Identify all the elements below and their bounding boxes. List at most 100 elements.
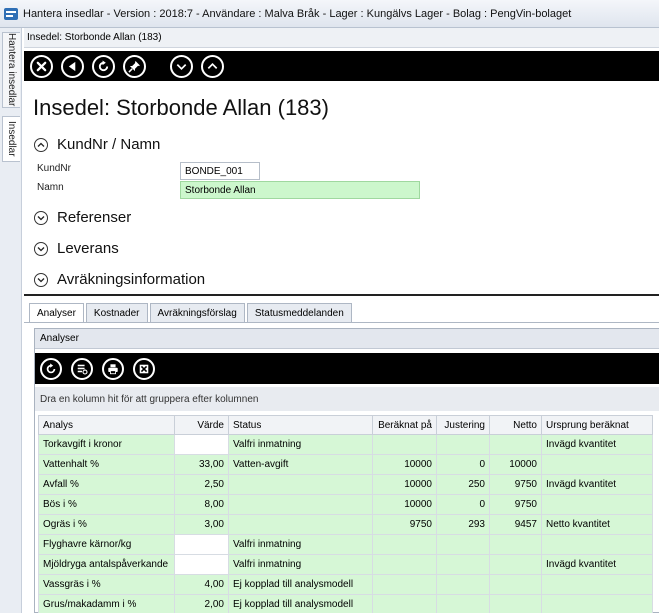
cell-varde[interactable]: 2,00: [174, 594, 229, 613]
rail-tab-insedlar[interactable]: Insedlar: [2, 116, 20, 162]
section-title: Avräkningsinformation: [57, 271, 206, 288]
namn-field[interactable]: Storbonde Allan: [180, 181, 420, 199]
cell-varde[interactable]: 2,50: [174, 474, 229, 495]
document-tab-header: Insedel: Storbonde Allan (183): [24, 28, 659, 48]
cell-status: [228, 494, 373, 515]
tab-kostnader[interactable]: Kostnader: [85, 303, 148, 322]
cell-netto: 10000: [489, 454, 542, 475]
cell-netto: 9457: [489, 514, 542, 535]
table-row[interactable]: Grus/makadamm i % 2,00 Ej kopplad till ana…: [38, 594, 653, 613]
cell-status: Valfri inmatning: [228, 554, 373, 575]
app-icon: [4, 7, 18, 20]
section-kund[interactable]: KundNr / Namn: [34, 136, 160, 153]
cell-ursprung: Invägd kvantitet: [541, 434, 653, 455]
rail-tab-label: Insedlar: [6, 121, 17, 157]
refresh-button[interactable]: [92, 54, 115, 78]
column-header-varde[interactable]: Värde: [174, 415, 229, 435]
table-row[interactable]: Mjöldryga antalspåverkande Valfri inmatni…: [38, 554, 653, 575]
document-tab-title: Insedel: Storbonde Allan (183): [27, 32, 162, 43]
back-button[interactable]: [61, 54, 84, 78]
column-header-beraknat-pa[interactable]: Beräknat på: [372, 415, 437, 435]
column-settings-button[interactable]: [71, 357, 93, 380]
table-row[interactable]: Vattenhalt % 33,00 Vatten-avgift 10000 0 1000…: [38, 454, 653, 475]
refresh-icon: [98, 59, 109, 71]
kundnr-field[interactable]: BONDE_001: [180, 162, 260, 180]
tab-strip: Analyser Kostnader Avräkningsförslag Sta…: [29, 303, 354, 323]
cell-analys: Avfall %: [38, 474, 175, 495]
panel-header: Analyser: [35, 329, 659, 349]
tab-avrakningsforslag[interactable]: Avräkningsförslag: [149, 303, 245, 322]
section-referenser[interactable]: Referenser: [34, 209, 131, 226]
cell-netto: [489, 574, 542, 595]
table-row[interactable]: Flyghavre kärnor/kg Valfri inmatning: [38, 534, 653, 555]
cell-status: Ej kopplad till analysmodell: [228, 574, 373, 595]
next-button[interactable]: [170, 54, 193, 78]
cell-ursprung: [541, 594, 653, 613]
previous-button[interactable]: [201, 54, 224, 78]
section-title: Referenser: [57, 209, 132, 226]
close-button[interactable]: [30, 54, 53, 78]
cell-justering: 0: [436, 454, 490, 475]
column-header-netto[interactable]: Netto: [489, 415, 542, 435]
cell-ursprung: [541, 574, 653, 595]
cell-varde[interactable]: 33,00: [174, 454, 229, 475]
refresh-analyser-button[interactable]: [40, 357, 62, 380]
cell-netto: [489, 554, 542, 575]
back-icon: [68, 61, 76, 71]
group-by-area[interactable]: Dra en kolumn hit för att gruppera efter…: [35, 387, 659, 411]
chevron-down-icon: [34, 241, 48, 256]
column-header-ursprung[interactable]: Ursprung beräknat: [541, 415, 653, 435]
page-title: Insedel: Storbonde Allan (183): [33, 95, 329, 120]
cell-status: [228, 514, 373, 535]
cell-netto: 9750: [489, 494, 542, 515]
export-excel-button[interactable]: [133, 357, 155, 380]
cell-analys: Bös i %: [38, 494, 175, 515]
refresh-icon: [46, 362, 56, 373]
cell-analys: Flyghavre kärnor/kg: [38, 534, 175, 555]
cell-justering: [436, 554, 490, 575]
cell-varde[interactable]: 3,00: [174, 514, 229, 535]
cell-ursprung: Invägd kvantitet: [541, 554, 653, 575]
section-leverans[interactable]: Leverans: [34, 240, 119, 257]
rail-tab-label: Hantera insedlar: [6, 33, 17, 107]
cell-justering: 250: [436, 474, 490, 495]
export-excel-icon: [139, 364, 149, 373]
list-settings-icon: [77, 364, 88, 375]
column-header-status[interactable]: Status: [228, 415, 373, 435]
cell-justering: [436, 574, 490, 595]
rail-tab-hantera-insedlar[interactable]: Hantera insedlar: [2, 32, 20, 108]
table-row[interactable]: Avfall % 2,50 10000 250 9750 Invägd kvantitet: [38, 474, 653, 495]
cell-netto: 9750: [489, 474, 542, 495]
cell-varde[interactable]: [174, 434, 229, 455]
table-row[interactable]: Torkavgift i kronor Valfri inmatning Inväg…: [38, 434, 653, 455]
analyser-panel: Analyser Dra en kolumn hit för att grupp…: [34, 328, 659, 613]
cell-varde[interactable]: 8,00: [174, 494, 229, 515]
tab-analyser[interactable]: Analyser: [29, 303, 84, 323]
table-row[interactable]: Bös i % 8,00 10000 0 9750: [38, 494, 653, 515]
cell-status: Valfri inmatning: [228, 434, 373, 455]
chevron-down-icon: [34, 272, 48, 287]
pin-icon: [128, 60, 141, 73]
main-toolbar: [24, 51, 659, 81]
window-titlebar: Hantera insedlar - Version : 2018:7 - An…: [0, 0, 659, 28]
column-header-analys[interactable]: Analys: [38, 415, 175, 435]
cell-varde[interactable]: [174, 554, 229, 575]
column-header-justering[interactable]: Justering: [436, 415, 490, 435]
table-row[interactable]: Vassgräs i % 4,00 Ej kopplad till analysmo…: [38, 574, 653, 595]
splitter[interactable]: [24, 294, 659, 296]
window-title: Hantera insedlar - Version : 2018:7 - An…: [23, 7, 572, 20]
kundnr-label: KundNr: [37, 163, 71, 174]
table-row[interactable]: Ogräs i % 3,00 9750 293 9457 Netto kvantitet: [38, 514, 653, 535]
cell-varde[interactable]: [174, 534, 229, 555]
section-avrakning[interactable]: Avräkningsinformation: [34, 271, 205, 288]
cell-justering: 293: [436, 514, 490, 535]
print-button[interactable]: [102, 357, 124, 380]
cell-varde[interactable]: 4,00: [174, 574, 229, 595]
cell-netto: [489, 594, 542, 613]
cell-ursprung: [541, 534, 653, 555]
tab-statusmeddelanden[interactable]: Statusmeddelanden: [246, 303, 352, 322]
close-icon: [36, 61, 47, 71]
pin-button[interactable]: [123, 54, 146, 78]
chevron-up-icon: [34, 137, 48, 152]
cell-beraknat-pa: [372, 574, 437, 595]
